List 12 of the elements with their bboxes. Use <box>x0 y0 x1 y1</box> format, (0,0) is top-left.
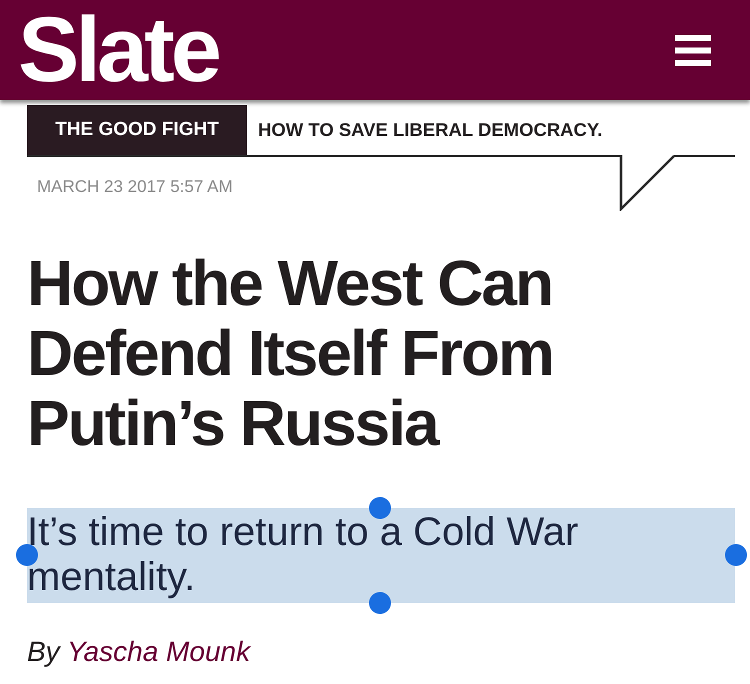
section-label[interactable]: THE GOOD FIGHT <box>27 105 247 155</box>
site-logo[interactable]: Slate <box>18 4 218 96</box>
selection-handle-icon[interactable] <box>369 592 391 614</box>
section-title: HOW TO SAVE LIBERAL DEMOCRACY. <box>257 118 602 142</box>
selection-handle-icon[interactable] <box>725 544 747 566</box>
publish-date: MARCH 23 2017 5:57 AM <box>36 176 233 197</box>
headline: How the West Can Defend Itself From Putin’s Russia <box>27 248 554 458</box>
menu-icon[interactable] <box>675 34 711 66</box>
subtitle: It’s time to return to a Cold War mentality. <box>27 508 735 603</box>
byline: By Yascha Mounk <box>27 635 252 669</box>
author-link[interactable]: Yascha Mounk <box>66 636 250 667</box>
selection-handle-icon[interactable] <box>369 497 391 519</box>
